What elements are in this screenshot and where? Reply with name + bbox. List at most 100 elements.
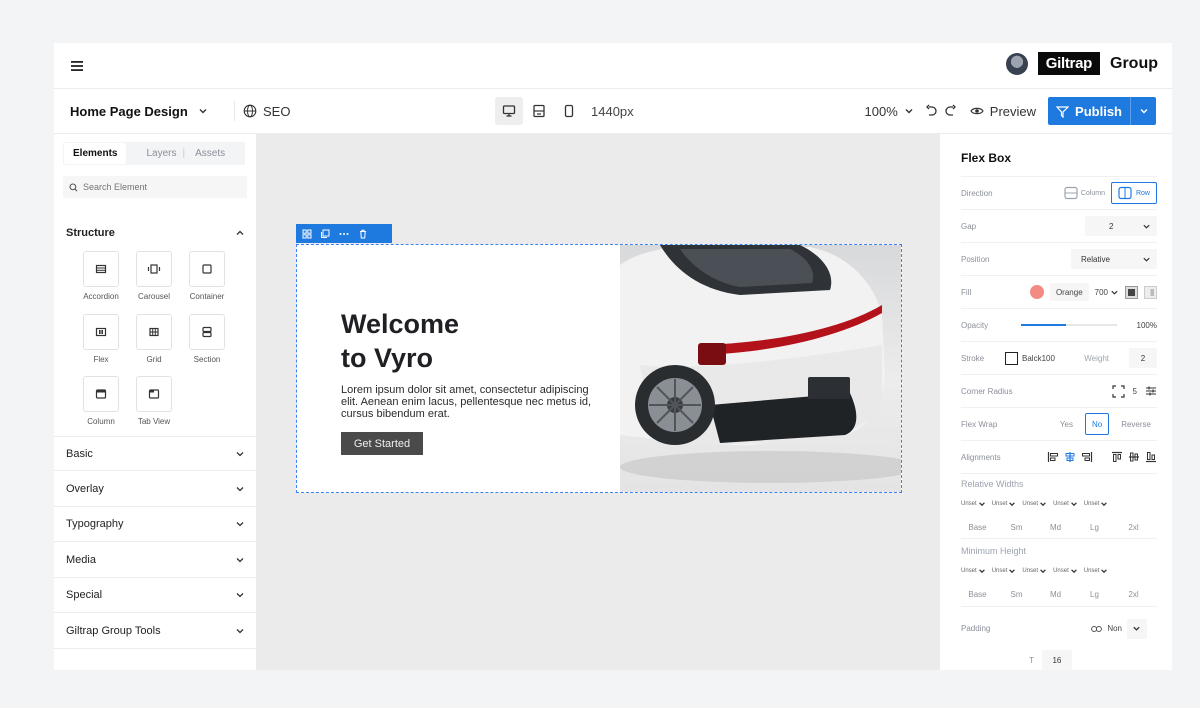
tab-view-icon: [148, 388, 160, 400]
section-special-label: Special: [66, 589, 103, 601]
section-media[interactable]: Media: [54, 543, 257, 578]
section-special[interactable]: Special: [54, 578, 257, 613]
trash-icon[interactable]: [358, 229, 368, 239]
element-carousel-label: Carousel: [137, 292, 170, 301]
breakpoint-sm: Sm: [1010, 523, 1023, 532]
fill-shade-select[interactable]: 700: [1095, 288, 1119, 297]
element-container[interactable]: Container: [184, 251, 230, 301]
width-lg-select[interactable]: Unset: [1053, 500, 1078, 508]
relative-widths-label: Relative Widths: [961, 479, 1024, 489]
stroke-color-swatch[interactable]: [1005, 351, 1018, 365]
undo-icon[interactable]: [924, 104, 938, 118]
flex-box-frame[interactable]: Welcome to Vyro Lorem ipsum dolor sit am…: [296, 244, 902, 493]
fill-color-select[interactable]: Orange: [1049, 283, 1089, 301]
width-lg-value: Unset: [1053, 501, 1069, 507]
editor-toolbar: Home Page Design SEO 1440px 100% Preview…: [54, 89, 1172, 134]
zoom-selector[interactable]: 100%: [865, 104, 914, 119]
more-icon[interactable]: [338, 229, 350, 239]
link-icon[interactable]: [1091, 625, 1103, 633]
sliders-icon[interactable]: [1145, 385, 1157, 397]
corner-radius-icon[interactable]: [1111, 384, 1125, 398]
mobile-view-button[interactable]: [555, 97, 583, 125]
section-icon: [201, 326, 213, 338]
padding-label: Padding: [961, 624, 991, 633]
height-md-select[interactable]: Unset: [1022, 567, 1047, 575]
opacity-slider[interactable]: [1020, 324, 1117, 326]
section-giltrap-tools-label: Giltrap Group Tools: [66, 625, 161, 637]
align-center-icon[interactable]: [1064, 451, 1076, 463]
seo-label: SEO: [263, 103, 291, 119]
gap-select[interactable]: 2: [1085, 216, 1157, 236]
section-typography[interactable]: Typography: [54, 507, 257, 542]
wrap-no-option[interactable]: No: [1084, 413, 1110, 435]
height-2xl-select[interactable]: Unset: [1084, 567, 1109, 575]
wrap-reverse-option[interactable]: Reverse: [1115, 415, 1157, 433]
get-started-button[interactable]: Get Started: [341, 432, 423, 455]
element-grid[interactable]: Grid: [131, 314, 177, 364]
align-left-icon[interactable]: [1047, 451, 1059, 463]
page-selector[interactable]: Home Page Design: [70, 104, 208, 119]
wrap-yes-option[interactable]: Yes: [1053, 415, 1079, 433]
fill-color-swatch[interactable]: [1029, 285, 1044, 299]
padding-top-input[interactable]: 16: [1041, 650, 1072, 670]
width-base-select[interactable]: Unset: [961, 500, 986, 508]
element-column[interactable]: Column: [78, 376, 124, 426]
search-input[interactable]: [83, 182, 233, 192]
chevron-down-icon: [235, 626, 245, 636]
height-base-select[interactable]: Unset: [961, 567, 986, 575]
section-overlay[interactable]: Overlay: [54, 472, 257, 507]
publish-label: Publish: [1075, 103, 1122, 119]
element-accordion[interactable]: Accordion: [78, 251, 124, 301]
height-lg-select[interactable]: Unset: [1053, 567, 1078, 575]
weight-input[interactable]: 2: [1129, 348, 1157, 368]
position-select[interactable]: Relative: [1071, 249, 1157, 269]
element-section[interactable]: Section: [184, 314, 230, 364]
layout-grid-icon[interactable]: [302, 229, 312, 239]
tab-layers[interactable]: Layers: [140, 143, 182, 164]
publish-options-button[interactable]: [1130, 97, 1156, 125]
stroke-row: Stroke Balck100 Weight 2: [961, 342, 1157, 375]
corner-radius-value[interactable]: 5: [1133, 387, 1137, 396]
fill-label: Fill: [961, 287, 972, 297]
width-md-select[interactable]: Unset: [1022, 500, 1047, 508]
tablet-view-button[interactable]: [525, 97, 553, 125]
align-bottom-icon[interactable]: [1145, 451, 1157, 463]
desktop-view-button[interactable]: [495, 97, 523, 125]
app-window: Giltrap Group Home Page Design SEO 1440p…: [54, 43, 1172, 670]
element-flex[interactable]: Flex: [78, 314, 124, 364]
width-sm-select[interactable]: Unset: [992, 500, 1017, 508]
gradient-fill-icon[interactable]: [1144, 285, 1157, 299]
stroke-color-value[interactable]: Balck100: [1022, 354, 1055, 363]
publish-button[interactable]: Publish: [1048, 97, 1130, 125]
height-sm-select[interactable]: Unset: [992, 567, 1017, 575]
duplicate-icon[interactable]: [320, 229, 330, 239]
avatar[interactable]: [1005, 52, 1028, 75]
opacity-slider-fill: [1020, 324, 1066, 326]
section-basic[interactable]: Basic: [54, 436, 257, 471]
hamburger-icon[interactable]: [70, 60, 84, 72]
solid-fill-icon[interactable]: [1125, 285, 1138, 299]
preview-button[interactable]: Preview: [970, 104, 1036, 119]
top-header: Giltrap Group: [54, 43, 1172, 89]
element-carousel[interactable]: Carousel: [131, 251, 177, 301]
column-direction-option[interactable]: Column: [1064, 186, 1105, 200]
section-giltrap-tools[interactable]: Giltrap Group Tools: [54, 614, 257, 649]
breakpoint-2xl: 2xl: [1128, 590, 1139, 599]
row-direction-option[interactable]: Row: [1110, 182, 1157, 204]
padding-value[interactable]: Non: [1107, 624, 1122, 633]
padding-select[interactable]: [1127, 618, 1147, 639]
design-canvas[interactable]: Welcome to Vyro Lorem ipsum dolor sit am…: [257, 134, 939, 670]
section-structure[interactable]: Structure: [54, 215, 257, 250]
left-sidebar: Elements Layers | Assets Structure Accor…: [54, 134, 257, 670]
width-2xl-select[interactable]: Unset: [1084, 500, 1109, 508]
align-top-icon[interactable]: [1111, 451, 1123, 463]
seo-button[interactable]: SEO: [234, 101, 290, 121]
align-middle-icon[interactable]: [1128, 451, 1140, 463]
element-tab-view[interactable]: Tab View: [131, 376, 177, 426]
properties-panel: Flex Box Direction Column Row Gap 2 Posi…: [939, 134, 1172, 670]
align-right-icon[interactable]: [1081, 451, 1093, 463]
redo-icon[interactable]: [944, 104, 958, 118]
section-structure-label: Structure: [66, 226, 115, 239]
tab-elements[interactable]: Elements: [64, 143, 127, 164]
tab-assets[interactable]: Assets: [185, 143, 235, 164]
